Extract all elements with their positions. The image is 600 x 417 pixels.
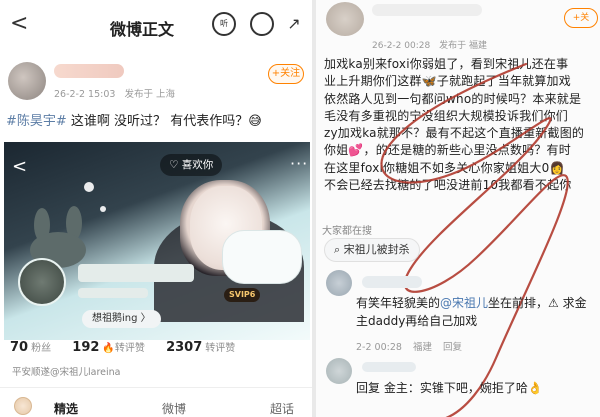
- reply-link[interactable]: 回复: [443, 342, 462, 353]
- post-image[interactable]: < ··· ♡ 喜欢你 SVIP6 想祖鹅ing 〉: [4, 142, 310, 340]
- trending-search-chip[interactable]: ⌕ 宋祖儿被封杀: [324, 238, 420, 262]
- more-icon[interactable]: ···: [290, 154, 308, 173]
- reposts-count: 192: [72, 340, 100, 355]
- mention-link[interactable]: @宋祖儿: [440, 296, 488, 310]
- left-post-panel: < 微博正文 听 ↗ 26-2-2 15:03 发布于 上海 +关注 #陈昊宇#…: [0, 0, 312, 417]
- comment-line: 加戏ka别来foxi你弱姐了，看到宋祖儿还在事: [324, 57, 569, 71]
- replier-name-blurred[interactable]: [362, 276, 422, 288]
- comment-meta: 26-2-2 00:28 发布于 福建: [372, 38, 487, 51]
- comment-location: 发布于 福建: [439, 41, 487, 51]
- comment-line: 毛没有多重视的宁没组织大规模投诉我们你们: [324, 108, 569, 123]
- bubble-dot: [100, 206, 106, 212]
- post-location: 发布于 上海: [124, 89, 175, 100]
- plush-sticker: [222, 230, 302, 284]
- replier-avatar[interactable]: [326, 270, 352, 296]
- reply-timestamp: 2-2 00:28: [356, 342, 402, 353]
- author-avatar[interactable]: [8, 62, 46, 100]
- profile-tag[interactable]: 想祖鹅ing 〉: [82, 310, 161, 328]
- likes-stat[interactable]: 2307 转评赞: [166, 340, 236, 355]
- fans-stat[interactable]: 70 粉丝: [10, 340, 52, 355]
- reposts-label: 转评赞: [114, 343, 145, 354]
- post-text: #陈昊宇# 这谁啊 没听过？ 有代表作吗？😅: [6, 110, 262, 129]
- listen-icon[interactable]: 听: [212, 12, 236, 36]
- search-icon[interactable]: [250, 12, 274, 36]
- comment-body: 加戏ka别来foxi你弱姐了，看到宋祖儿还在事 业上升期你们这群🦋子就跑起了当年…: [324, 56, 594, 194]
- replier2-name-blurred[interactable]: [362, 362, 416, 372]
- reply-comment: 有笑年轻貌美的@宋祖儿坐在前排，⚠ 求金主daddy再给自己加戏: [356, 294, 596, 330]
- commenter-name-blurred[interactable]: [372, 4, 482, 16]
- reply-location: 福建: [412, 342, 432, 353]
- replier2-avatar[interactable]: [326, 358, 352, 384]
- tab-featured[interactable]: 精选: [54, 400, 78, 417]
- follow-button[interactable]: +关注: [268, 64, 304, 84]
- post-timestamp: 26-2-2 15:03: [54, 89, 116, 100]
- tab-supertopic[interactable]: 超话: [270, 400, 294, 417]
- bottom-tabs: 精选 微博 超话: [0, 387, 312, 417]
- hashtag-link[interactable]: #陈昊宇#: [6, 114, 67, 129]
- listen-label: 听: [220, 19, 228, 28]
- fire-icon: 🔥: [102, 343, 115, 354]
- reply-meta: 2-2 00:28 福建 回复: [356, 339, 462, 353]
- bubble-dot: [84, 182, 94, 192]
- top-bar: < 微博正文 听 ↗: [0, 0, 312, 50]
- trending-search-label: 宋祖儿被封杀: [343, 243, 410, 256]
- comment-line: 在这里foxi你糖姐不如多关心你家姐姐大0👩: [324, 160, 565, 175]
- share-icon[interactable]: ↗: [282, 12, 306, 36]
- comment-line: 不会已经去找糖的了吧没进前10我都看不起你: [324, 178, 572, 193]
- reply-prefix: 有笑年轻貌美的: [356, 296, 441, 310]
- profile-stats: 70 粉丝 192 🔥转评赞 2307 转评赞: [10, 339, 253, 355]
- image-back-icon[interactable]: <: [12, 156, 27, 177]
- fans-count: 70: [10, 340, 29, 355]
- back-button[interactable]: <: [10, 13, 28, 35]
- fans-label: 粉丝: [31, 343, 52, 354]
- right-comment-panel: 26-2-2 00:28 发布于 福建 +关 加戏ka别来foxi你弱姐了，看到…: [316, 0, 600, 417]
- profile-name-blurred: [78, 264, 194, 282]
- tab-weibo[interactable]: 微博: [162, 400, 186, 417]
- reply-comment-2: 回复 金主：实锥下吧，婉拒了哈👌: [356, 381, 543, 395]
- search-icon: ⌕: [334, 243, 344, 256]
- page-title: 微博正文: [110, 20, 175, 39]
- author-name-blurred[interactable]: [54, 64, 124, 78]
- profile-avatar[interactable]: [18, 258, 66, 306]
- post-meta: 26-2-2 15:03 发布于 上海: [54, 86, 175, 100]
- likes-count: 2307: [166, 340, 203, 355]
- reposts-stat[interactable]: 192 🔥转评赞: [72, 340, 145, 355]
- follow-button-right[interactable]: +关: [564, 8, 598, 28]
- comment-line: 业上升期你们这群🦋子就跑起了当年就算加戏: [324, 74, 571, 89]
- image-credit: 平安顺遂@宋祖儿lareina: [12, 367, 121, 378]
- comment-line: 你姐💕，的还是糖的新些心里没点数吗？有时: [324, 143, 571, 158]
- trending-section-label: 大家都在搜: [322, 226, 372, 237]
- tab-avatar-icon: [14, 397, 32, 415]
- likes-label: 转评赞: [205, 343, 236, 354]
- like-pill[interactable]: ♡ 喜欢你: [160, 154, 223, 176]
- commenter-avatar[interactable]: [326, 2, 364, 36]
- post-body: 这谁啊 没听过？ 有代表作吗？😅: [66, 114, 262, 129]
- comment-timestamp: 26-2-2 00:28: [372, 41, 431, 51]
- svip-badge: SVIP6: [224, 288, 261, 302]
- comment-line: zy加戏ka就那不？最有不起这个直播重新截图的: [324, 126, 585, 141]
- profile-subline-blurred: [78, 288, 148, 298]
- comment-line: 依然路人见到一句都问who的时候吗？本来就是: [324, 91, 582, 106]
